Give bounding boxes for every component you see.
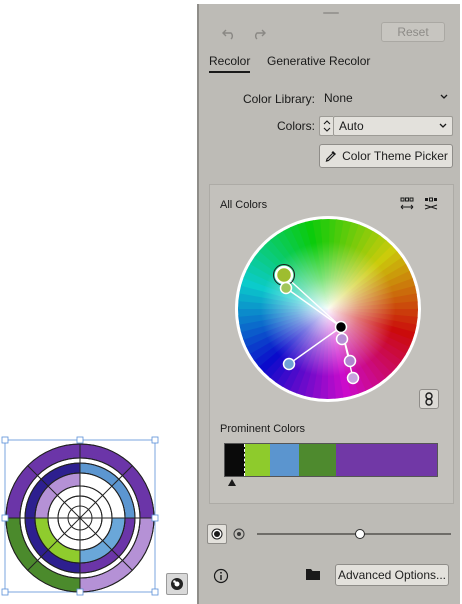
color-wheel-icon [171, 578, 183, 590]
color-library-label: Color Library: [242, 92, 315, 106]
brightness-mode-button[interactable] [229, 524, 249, 544]
selected-artwork[interactable] [0, 428, 160, 600]
redo-icon [255, 29, 266, 40]
handle-violet-1[interactable] [343, 354, 357, 368]
colors-count-value: Auto [339, 119, 364, 133]
color-wheel-section: All Colors Prominent Colors [209, 184, 454, 504]
color-theme-picker-label: Color Theme Picker [342, 149, 448, 163]
tab-generative-recolor[interactable]: Generative Recolor [267, 54, 370, 68]
eyedropper-icon [325, 151, 337, 162]
reset-button[interactable]: Reset [381, 22, 445, 42]
handle-violet-2[interactable] [346, 371, 360, 385]
color-theme-picker-button[interactable]: Color Theme Picker [319, 144, 453, 168]
colors-count-label: Colors: [276, 119, 315, 133]
recolor-artwork-button[interactable] [166, 573, 188, 595]
redo-button[interactable] [249, 26, 269, 42]
handle-blue[interactable] [282, 357, 296, 371]
prominent-color-segment[interactable] [336, 444, 437, 476]
undo-icon [222, 29, 233, 40]
chevron-down-icon [439, 123, 447, 128]
saturation-icon [211, 528, 223, 540]
color-bar-marker-icon[interactable] [228, 479, 236, 487]
prominent-colors-label: Prominent Colors [220, 423, 305, 435]
prominent-color-segment[interactable] [299, 444, 337, 476]
color-library-dropdown[interactable]: None [319, 88, 453, 108]
colors-count-stepper[interactable] [319, 116, 333, 136]
prominent-colors-bar[interactable] [224, 443, 438, 477]
panel-grip[interactable] [323, 12, 339, 14]
colors-count-dropdown[interactable]: Auto [333, 116, 453, 136]
brightness-icon [233, 528, 245, 540]
link-icon [425, 392, 433, 406]
saturation-mode-button[interactable] [207, 524, 227, 544]
artboard [0, 0, 198, 604]
handle-light-green[interactable] [279, 281, 293, 295]
swatch-view-icon[interactable] [398, 195, 416, 213]
randomize-view-icon[interactable] [422, 195, 440, 213]
chevron-down-icon [440, 94, 448, 99]
target-artwork [5, 443, 155, 593]
info-icon[interactable] [213, 568, 229, 584]
folder-icon[interactable] [305, 567, 321, 581]
base-handle-green[interactable] [274, 265, 294, 285]
saturation-slider[interactable] [257, 529, 451, 539]
stepper-arrows-icon [323, 120, 330, 132]
all-colors-label: All Colors [220, 199, 268, 211]
color-library-value: None [324, 91, 353, 105]
wheel-mode-toggle [207, 524, 249, 544]
handle-lavender[interactable] [335, 332, 349, 346]
advanced-options-button[interactable]: Advanced Options... [335, 564, 449, 586]
link-harmony-colors-button[interactable] [419, 389, 439, 409]
prominent-color-segment[interactable] [225, 444, 246, 476]
color-wheel[interactable] [232, 213, 424, 405]
prominent-color-segment[interactable] [269, 444, 300, 476]
slider-thumb[interactable] [354, 529, 365, 539]
tab-recolor[interactable]: Recolor [209, 54, 251, 73]
prominent-color-segment[interactable] [245, 444, 270, 476]
undo-button[interactable] [219, 26, 239, 42]
recolor-panel: Reset Recolor Generative Recolor Color L… [197, 4, 460, 604]
handle-black[interactable] [334, 320, 348, 334]
